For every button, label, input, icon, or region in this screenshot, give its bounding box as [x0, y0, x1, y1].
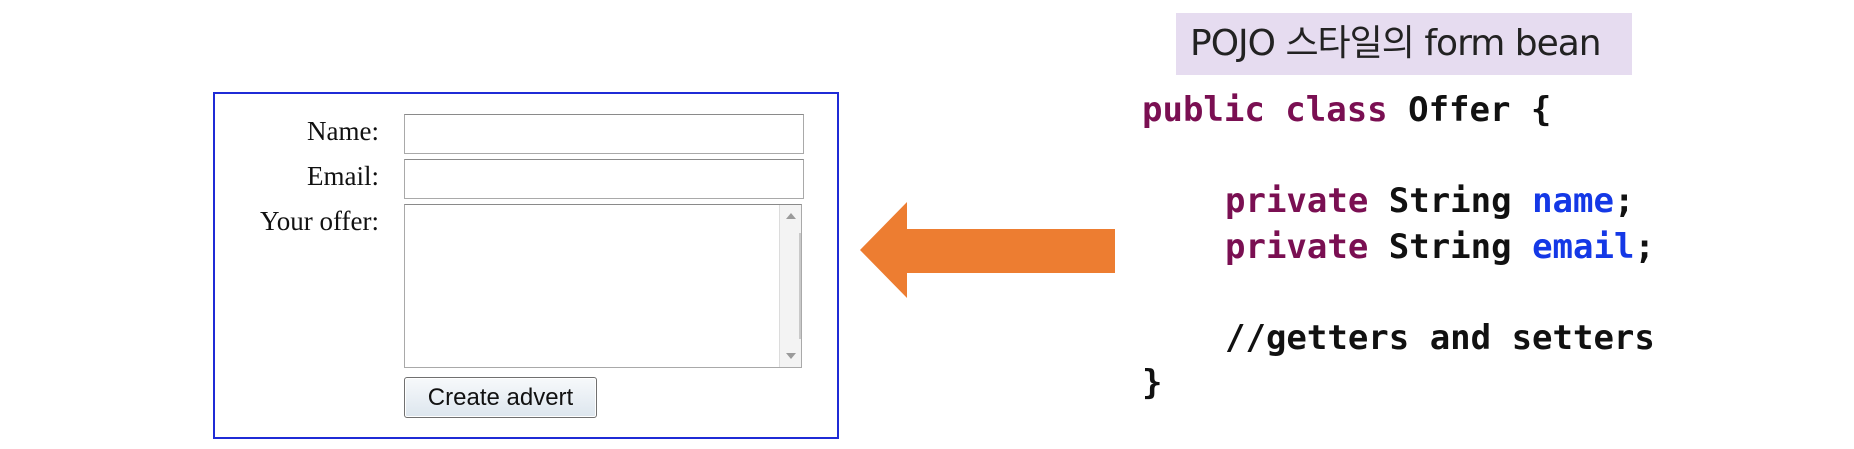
scroll-track[interactable]: [799, 233, 801, 339]
email-input[interactable]: [404, 159, 804, 199]
scroll-up-icon[interactable]: [785, 213, 796, 219]
code-line-class: public class Offer {: [1142, 88, 1655, 134]
create-advert-button[interactable]: Create advert: [404, 377, 597, 418]
name-input[interactable]: [404, 114, 804, 154]
code-semicolon: ;: [1613, 181, 1635, 221]
offer-textarea[interactable]: [404, 204, 802, 368]
code-line-comment: //getters and setters: [1142, 316, 1655, 362]
code-type: String: [1368, 181, 1533, 221]
name-label: Name:: [307, 116, 379, 146]
code-keyword: private: [1225, 226, 1369, 267]
code-semicolon: ;: [1634, 226, 1655, 267]
code-block: public class Offer { private String name…: [1142, 88, 1655, 407]
scroll-down-icon[interactable]: [785, 353, 796, 359]
offer-form: Name: Email: Your offer: Create advert: [213, 92, 839, 439]
code-line-field-name: private String name;: [1142, 179, 1655, 225]
left-arrow-icon: [860, 202, 1115, 298]
code-line-field-email: private String email;: [1142, 225, 1655, 271]
code-type: String: [1368, 226, 1533, 267]
code-keyword: private: [1225, 181, 1369, 221]
diagram-title: POJO 스타일의 form bean: [1176, 13, 1632, 75]
code-field: email: [1532, 226, 1635, 267]
code-line-close: }: [1142, 361, 1655, 407]
code-text: Offer {: [1387, 90, 1552, 130]
arrow-shape: [860, 202, 1115, 298]
code-field: name: [1532, 181, 1614, 221]
offer-label: Your offer:: [259, 206, 379, 236]
textarea-scrollbar[interactable]: [779, 205, 801, 367]
code-keyword: public class: [1142, 90, 1388, 130]
code-closing-brace: }: [1142, 363, 1163, 403]
email-label: Email:: [307, 161, 379, 191]
code-comment: //getters and setters: [1225, 317, 1655, 358]
